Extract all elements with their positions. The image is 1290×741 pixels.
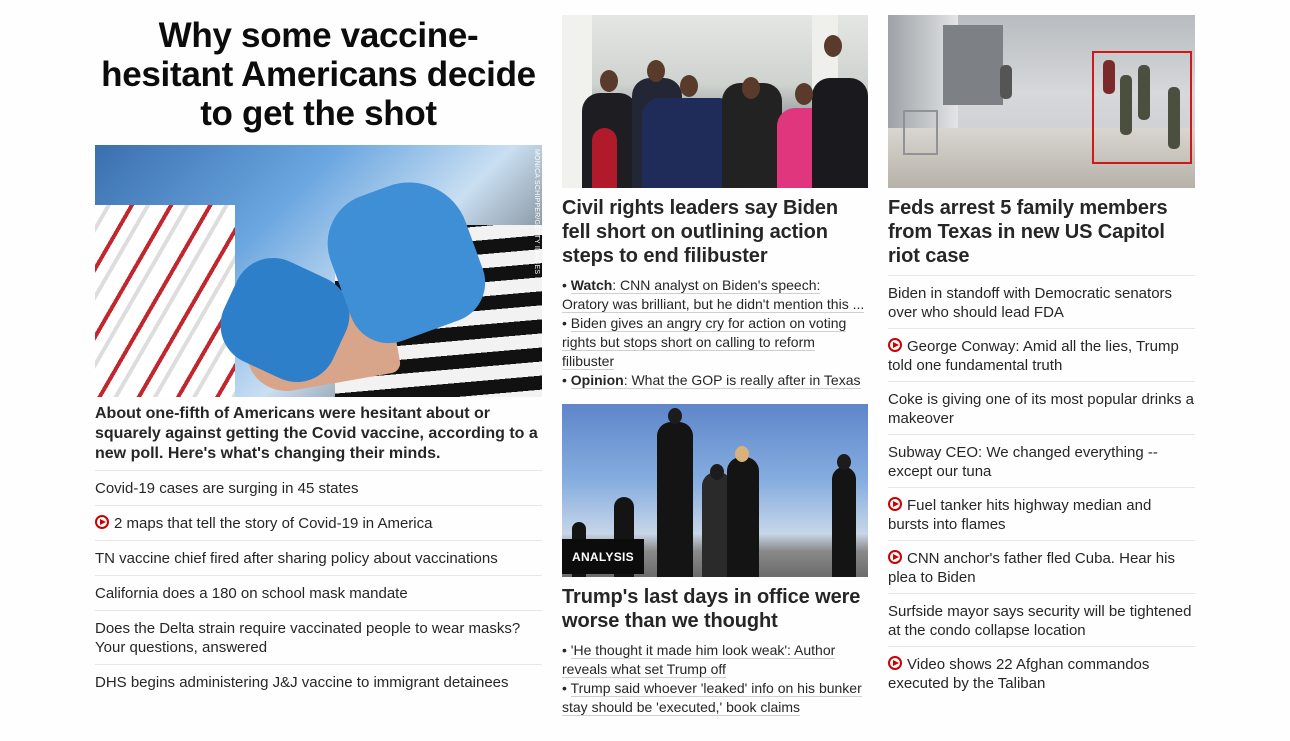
middle-stories-column: Civil rights leaders say Biden fell shor… [562,15,868,717]
list-item[interactable]: TN vaccine chief fired after sharing pol… [95,541,542,576]
play-video-icon [888,656,902,670]
lead-story-headline[interactable]: Why some vaccine-hesitant Americans deci… [95,16,542,133]
list-item[interactable]: George Conway: Amid all the lies, Trump … [888,329,1195,382]
list-item[interactable]: • Opinion: What the GOP is really after … [562,371,868,390]
list-item[interactable]: Fuel tanker hits highway median and burs… [888,488,1195,541]
play-video-icon [888,550,902,564]
list-item[interactable]: • Trump said whoever 'leaked' info on hi… [562,679,868,717]
list-item[interactable]: DHS begins administering J&J vaccine to … [95,665,542,699]
list-item[interactable]: Does the Delta strain require vaccinated… [95,611,542,665]
trump-story-image[interactable]: ANALYSIS [562,404,868,577]
play-video-icon [95,515,109,529]
list-item[interactable]: CNN anchor's father fled Cuba. Hear his … [888,541,1195,594]
play-video-icon [888,338,902,352]
lead-story-description[interactable]: About one-fifth of Americans were hesita… [95,404,542,471]
trump-related-links: • 'He thought it made him look weak': Au… [562,641,868,717]
right-column-links: Biden in standoff with Democratic senato… [888,275,1195,699]
list-item[interactable]: 2 maps that tell the story of Covid-19 i… [95,506,542,541]
civil-rights-headline[interactable]: Civil rights leaders say Biden fell shor… [562,196,868,268]
trump-headline[interactable]: Trump's last days in office were worse t… [562,585,868,633]
right-stories-column: Feds arrest 5 family members from Texas … [888,15,1195,699]
list-item[interactable]: • Watch: CNN analyst on Biden's speech: … [562,276,868,314]
capitol-riot-headline[interactable]: Feds arrest 5 family members from Texas … [888,196,1195,268]
capitol-riot-story-image[interactable] [888,15,1195,188]
list-item[interactable]: Video shows 22 Afghan commandos executed… [888,647,1195,699]
list-item[interactable]: • 'He thought it made him look weak': Au… [562,641,868,679]
list-item[interactable]: Surfside mayor says security will be tig… [888,594,1195,647]
list-item[interactable]: Subway CEO: We changed everything -- exc… [888,435,1195,488]
civil-rights-related-links: • Watch: CNN analyst on Biden's speech: … [562,276,868,390]
list-item[interactable]: Coke is giving one of its most popular d… [888,382,1195,435]
list-item[interactable]: • Biden gives an angry cry for action on… [562,314,868,371]
play-video-icon [888,497,902,511]
lead-story-related-links: Covid-19 cases are surging in 45 states … [95,471,542,699]
list-item[interactable]: California does a 180 on school mask man… [95,576,542,611]
lead-story-column: Why some vaccine-hesitant Americans deci… [95,0,542,699]
civil-rights-story-image[interactable] [562,15,868,188]
lead-story-image[interactable]: MONICA SCHIPPER/GETTY IMAGES [95,145,542,397]
list-item[interactable]: Biden in standoff with Democratic senato… [888,276,1195,329]
list-item[interactable]: Covid-19 cases are surging in 45 states [95,471,542,506]
highlight-box [1092,51,1192,164]
analysis-badge: ANALYSIS [562,539,644,574]
image-credit: MONICA SCHIPPER/GETTY IMAGES [533,149,540,275]
